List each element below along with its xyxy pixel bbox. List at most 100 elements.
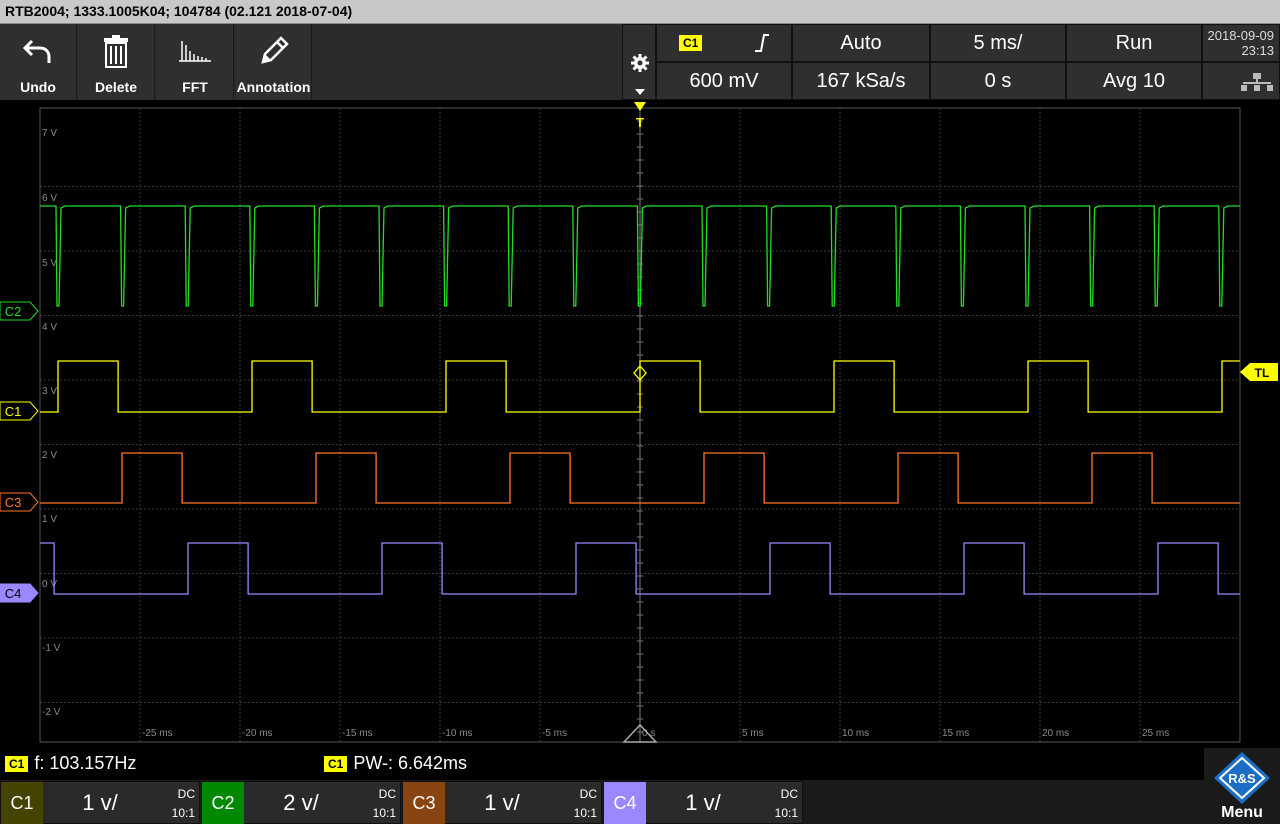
trigger-mode-value: Auto — [840, 31, 882, 54]
y-axis-label: 7 V — [42, 128, 57, 139]
channel-c3-probe: 10:1 — [573, 806, 597, 820]
trigger-settings-cell[interactable]: C1 — [656, 24, 792, 62]
trigger-level-cell[interactable]: 600 mV — [656, 62, 792, 100]
trigger-source-badge: C1 — [679, 35, 703, 51]
undo-label: Undo — [20, 79, 56, 95]
fft-label: FFT — [182, 79, 208, 95]
channel-c2-probe: 10:1 — [372, 806, 396, 820]
channel-bar: C1 1 v/ DC 10:1 C2 2 v/ DC 10:1 C3 1 v/ … — [0, 780, 1280, 824]
gear-icon — [631, 54, 649, 72]
sample-rate-cell[interactable]: 167 kSa/s — [792, 62, 930, 100]
trigger-position-marker — [634, 102, 646, 111]
acquire-mode-value: Avg 10 — [1103, 69, 1165, 92]
x-axis-label: 20 ms — [1042, 728, 1069, 739]
channel-c4-coupling: DC — [780, 787, 798, 801]
channel-c4-box[interactable]: C4 1 v/ DC 10:1 — [603, 781, 803, 824]
channel-c1-label: C1 — [1, 782, 43, 824]
chevron-down-icon — [635, 89, 645, 95]
rising-edge-icon — [755, 34, 770, 52]
channel-c2-scale: 2 v/ — [283, 790, 319, 815]
time-text: 23:13 — [1241, 43, 1274, 58]
network-status[interactable] — [1202, 62, 1280, 100]
channel-marker-label: C3 — [5, 495, 22, 510]
channel-c4-label: C4 — [604, 782, 646, 824]
measurement-value: f: 103.157Hz — [34, 753, 137, 773]
y-axis-label: 0 V — [42, 579, 57, 590]
measurement-source-badge: C1 — [324, 755, 348, 772]
channel-c2-box[interactable]: C2 2 v/ DC 10:1 — [201, 781, 401, 824]
trigger-mode-cell[interactable]: Auto — [792, 24, 930, 62]
measurement-frequency[interactable]: C1 f: 103.157Hz — [5, 753, 136, 774]
channel-c1-probe: 10:1 — [171, 806, 195, 820]
run-state-cell[interactable]: Run — [1066, 24, 1202, 62]
trash-icon — [78, 32, 154, 70]
menu-label: Menu — [1221, 804, 1263, 821]
sample-rate-value: 167 kSa/s — [816, 69, 906, 92]
channel-c3-coupling: DC — [579, 787, 597, 801]
trigger-level-marker-label: TL — [1255, 366, 1270, 380]
title-bar: RTB2004; 1333.1005K04; 104784 (02.121 20… — [0, 0, 1280, 24]
rs-logo: R&S — [1214, 752, 1270, 804]
channel-c2-label: C2 — [202, 782, 244, 824]
trigger-marker-label: T — [636, 115, 644, 130]
time-offset-value: 0 s — [984, 69, 1012, 92]
settings-gear-button[interactable] — [622, 24, 656, 100]
measurement-source-badge: C1 — [5, 755, 29, 772]
channel-c1-scale: 1 v/ — [82, 790, 118, 815]
y-axis-label: 2 V — [42, 450, 57, 461]
fft-icon — [157, 32, 233, 70]
channel-c2-coupling: DC — [378, 787, 396, 801]
time-offset-cell[interactable]: 0 s — [930, 62, 1066, 100]
y-axis-label: -2 V — [42, 707, 61, 718]
y-axis-label: 6 V — [42, 193, 57, 204]
channel-c4-probe: 10:1 — [774, 806, 798, 820]
channel-c1-coupling: DC — [177, 787, 195, 801]
channel-c3-label: C3 — [403, 782, 445, 824]
channel-c1-box[interactable]: C1 1 v/ DC 10:1 — [0, 781, 200, 824]
annotation-button[interactable]: Annotation — [236, 24, 312, 100]
x-axis-label: -20 ms — [242, 728, 273, 739]
channel-c1-trace — [40, 360, 1240, 413]
x-axis-label: -5 ms — [542, 728, 567, 739]
x-axis-label: 15 ms — [942, 728, 969, 739]
menu-button[interactable]: R&S Menu — [1204, 748, 1280, 824]
measurement-pulse-width[interactable]: C1 PW-: 6.642ms — [324, 753, 467, 774]
undo-button[interactable]: Undo — [0, 24, 77, 100]
channel-marker-label: C4 — [5, 586, 22, 601]
x-axis-label: -25 ms — [142, 728, 173, 739]
channel-marker-label: C2 — [5, 304, 22, 319]
y-axis-label: -1 V — [42, 643, 61, 654]
waveform-display[interactable]: 7 V 6 V 5 V 4 V 3 V 2 V 1 V 0 V -1 V -2 V -25 ms -2… — [0, 100, 1280, 748]
y-axis-label: 5 V — [42, 258, 57, 269]
delete-label: Delete — [94, 79, 138, 95]
measurement-bar: C1 f: 103.157Hz C1 PW-: 6.642ms — [0, 748, 1280, 780]
channel-marker-label: C1 — [5, 404, 22, 419]
datetime-display: 2018-09-09 23:13 — [1202, 24, 1280, 62]
x-axis-label: -15 ms — [342, 728, 373, 739]
acquire-mode-cell[interactable]: Avg 10 — [1066, 62, 1202, 100]
pen-icon — [236, 32, 311, 70]
x-axis-label: -10 ms — [442, 728, 473, 739]
waveform-svg: 7 V 6 V 5 V 4 V 3 V 2 V 1 V 0 V -1 V -2 V -25 ms -2… — [0, 102, 1278, 743]
undo-icon — [0, 32, 76, 70]
y-axis-label: 1 V — [42, 514, 57, 525]
y-axis-label: 3 V — [42, 386, 57, 397]
annotation-label: Annotation — [236, 79, 311, 95]
channel-c4-scale: 1 v/ — [685, 790, 721, 815]
time-scale-value: 5 ms/ — [973, 31, 1023, 54]
time-scale-cell[interactable]: 5 ms/ — [930, 24, 1066, 62]
y-axis-label: 4 V — [42, 322, 57, 333]
measurement-value: PW-: 6.642ms — [353, 753, 468, 773]
run-state-value: Run — [1115, 31, 1153, 54]
channel-c3-scale: 1 v/ — [484, 790, 520, 815]
delete-button[interactable]: Delete — [78, 24, 155, 100]
x-axis-label: 25 ms — [1142, 728, 1169, 739]
channel-c3-box[interactable]: C3 1 v/ DC 10:1 — [402, 781, 602, 824]
window-title: RTB2004; 1333.1005K04; 104784 (02.121 20… — [5, 3, 353, 19]
fft-button[interactable]: FFT — [157, 24, 234, 100]
x-axis-label: 10 ms — [842, 728, 869, 739]
network-icon — [1241, 73, 1273, 91]
x-axis-label: 5 ms — [742, 728, 764, 739]
trigger-level-value: 600 mV — [689, 69, 759, 92]
date-text: 2018-09-09 — [1207, 28, 1275, 43]
